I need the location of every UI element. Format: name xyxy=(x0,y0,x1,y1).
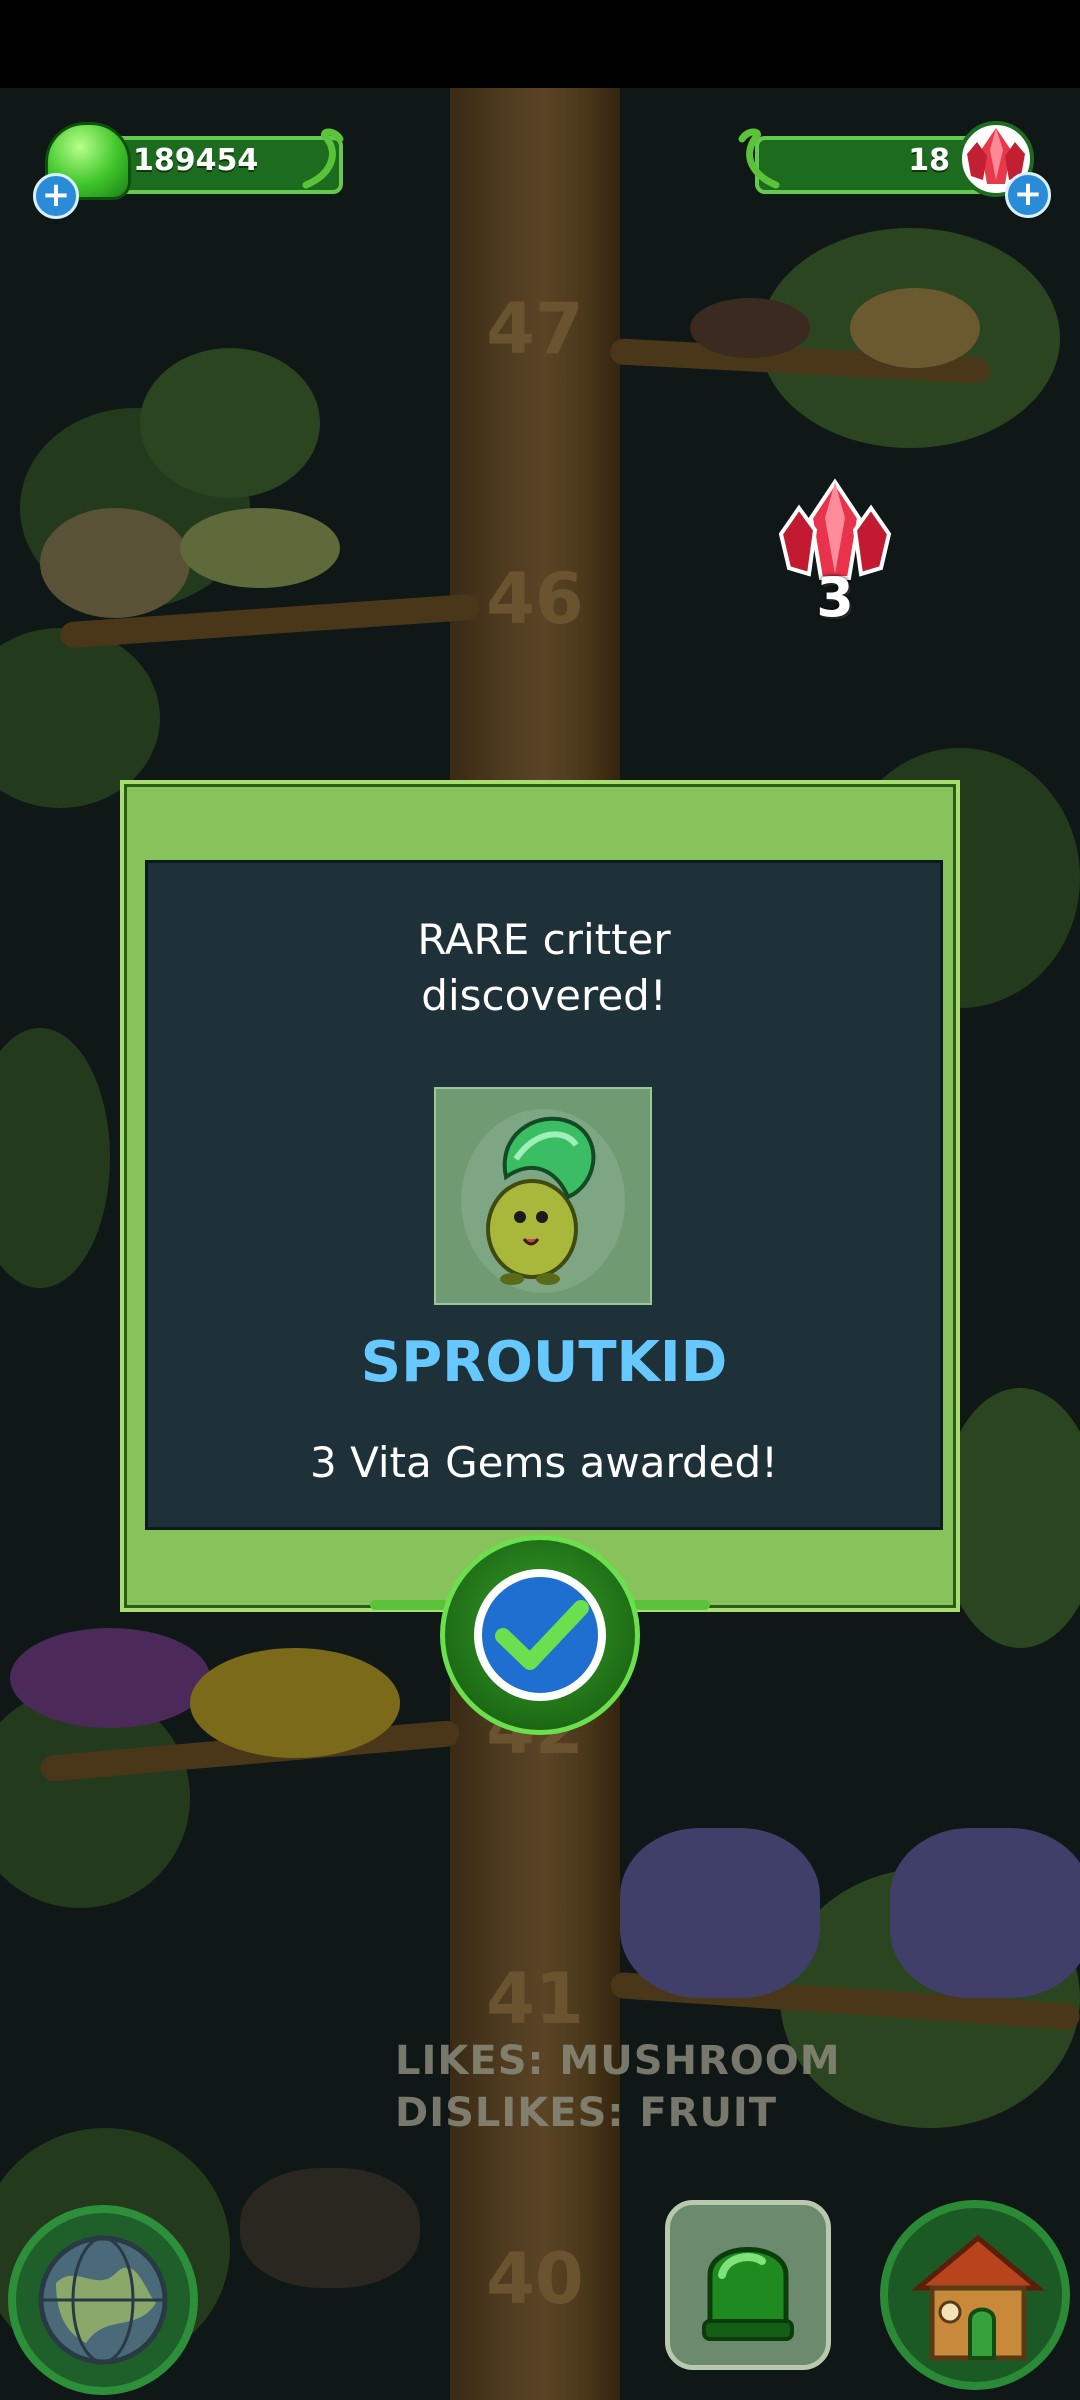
bird-critter xyxy=(850,288,980,368)
wombat-critter xyxy=(240,2168,420,2288)
level-number: 41 xyxy=(486,1958,584,2040)
elephant-critter xyxy=(620,1828,820,1998)
jelly-button[interactable] xyxy=(665,2200,831,2370)
dialog-title-line2: discovered! xyxy=(421,971,667,1020)
duck-critter xyxy=(40,508,190,618)
vine-decoration-icon xyxy=(302,128,344,189)
foliage xyxy=(0,1028,110,1288)
globe-icon xyxy=(38,2235,168,2365)
dislikes-text: DISLIKES: FRUIT xyxy=(395,2090,778,2136)
critter-name: SPROUTKID xyxy=(360,1330,728,1395)
likes-text: LIKES: MUSHROOM xyxy=(395,2038,841,2084)
whale-critter xyxy=(10,1628,210,1728)
jelly-icon xyxy=(702,2247,794,2341)
checkmark-icon xyxy=(474,1569,606,1701)
critter-portrait xyxy=(434,1087,652,1305)
critter-house-button[interactable] xyxy=(880,2200,1070,2390)
status-bar xyxy=(0,0,1080,88)
jelly-count: 189454 xyxy=(133,143,259,178)
level-number: 40 xyxy=(486,2238,584,2320)
add-gem-button[interactable]: + xyxy=(1005,172,1051,218)
house-icon xyxy=(911,2234,1045,2361)
confirm-button[interactable] xyxy=(440,1535,640,1735)
beetle-critter xyxy=(690,298,810,358)
elephant-critter xyxy=(890,1828,1080,1998)
add-jelly-button[interactable]: + xyxy=(33,173,79,219)
vine-decoration-icon xyxy=(738,128,780,189)
critter-preferences: LIKES: MUSHROOM DISLIKES: FRUIT xyxy=(395,2035,841,2139)
level-number: 47 xyxy=(486,288,584,370)
foliage xyxy=(940,1388,1080,1648)
floating-gem-amount: 3 xyxy=(816,566,854,629)
award-text: 3 Vita Gems awarded! xyxy=(310,1438,778,1487)
fish-critter xyxy=(190,1648,400,1758)
world-map-button[interactable] xyxy=(8,2205,198,2395)
sproutkid-icon xyxy=(461,1109,625,1293)
gem-count: 18 xyxy=(908,143,950,178)
foliage xyxy=(140,348,320,498)
dialog-title: RARE critter discovered! xyxy=(145,912,943,1024)
dinosaur-critter xyxy=(180,508,340,588)
dialog-title-line1: RARE critter xyxy=(417,915,671,964)
